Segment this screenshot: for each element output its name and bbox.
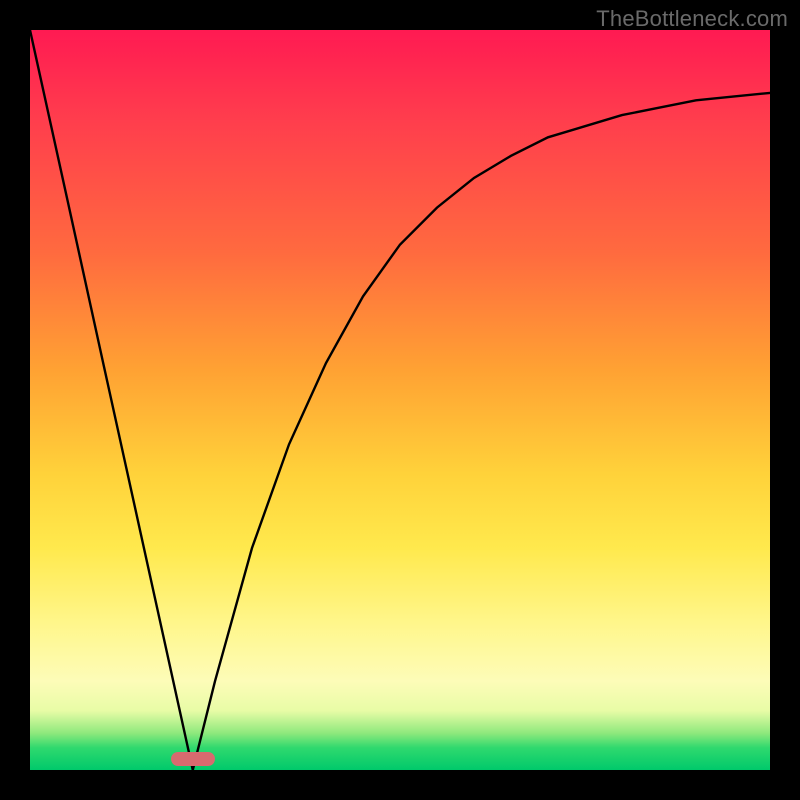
curve-left-branch (30, 30, 193, 770)
chart-frame: TheBottleneck.com (0, 0, 800, 800)
watermark-text: TheBottleneck.com (596, 6, 788, 32)
minimum-marker (171, 752, 215, 766)
plot-area (30, 30, 770, 770)
bottleneck-curve (30, 30, 770, 770)
curve-right-branch (193, 93, 770, 770)
